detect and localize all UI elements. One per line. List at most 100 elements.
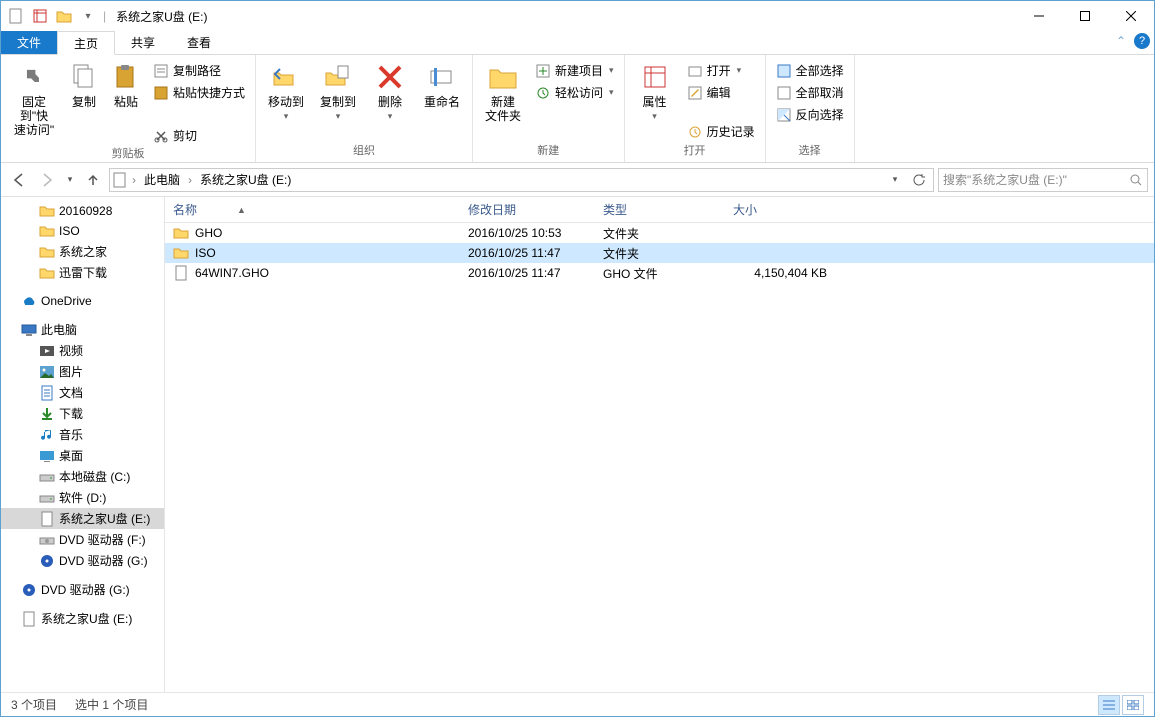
breadcrumb-thispc[interactable]: 此电脑 (140, 171, 184, 188)
tree-label: 下载 (59, 405, 83, 422)
tab-view[interactable]: 查看 (171, 31, 227, 54)
edit-button[interactable]: 编辑 (683, 83, 759, 102)
tree-node[interactable]: 迅雷下载 (1, 262, 164, 283)
navigation-tree[interactable]: 20160928 ISO 系统之家迅雷下载 OneDrive 此电脑视频图片文档下载音乐… (1, 197, 165, 692)
search-input[interactable]: 搜索"系统之家U盘 (E:)" (938, 168, 1148, 192)
tree-node[interactable]: 20160928 (1, 201, 164, 221)
tree-node[interactable]: DVD 驱动器 (G:) (1, 579, 164, 600)
copy-button[interactable]: 复制 (65, 59, 103, 111)
image-icon (39, 364, 55, 380)
tree-node[interactable]: 本地磁盘 (C:) (1, 466, 164, 487)
chevron-right-icon[interactable]: › (186, 173, 194, 187)
breadcrumb-drive[interactable]: 系统之家U盘 (E:) (196, 171, 295, 188)
tree-node[interactable]: DVD 驱动器 (F:) (1, 529, 164, 550)
view-details-button[interactable] (1098, 695, 1120, 715)
col-size[interactable]: 大小 (725, 197, 835, 222)
column-headers[interactable]: 名称▲ 修改日期 类型 大小 (165, 197, 1154, 223)
file-row[interactable]: 64WIN7.GHO2016/10/25 11:47GHO 文件4,150,40… (165, 263, 1154, 283)
moveto-button[interactable]: 移动到▾ (262, 59, 310, 124)
file-type: 文件夹 (595, 225, 725, 242)
address-bar[interactable]: › 此电脑 › 系统之家U盘 (E:) ▾ (109, 168, 934, 192)
tree-node[interactable]: 软件 (D:) (1, 487, 164, 508)
tree-node[interactable]: 系统之家U盘 (E:) (1, 608, 164, 629)
close-button[interactable] (1108, 1, 1154, 31)
tree-label: DVD 驱动器 (G:) (41, 581, 130, 598)
pin-quickaccess-button[interactable]: 固定到"快 速访问" (7, 59, 61, 139)
search-placeholder: 搜索"系统之家U盘 (E:)" (943, 171, 1129, 188)
tree-label: 文档 (59, 384, 83, 401)
back-button[interactable] (7, 168, 31, 192)
collapse-ribbon-icon[interactable]: ⌃ (1116, 34, 1126, 48)
chevron-right-icon[interactable]: › (130, 173, 138, 187)
selectall-button[interactable]: 全部选择 (772, 61, 848, 80)
tree-node[interactable]: 系统之家 (1, 241, 164, 262)
qat-dropdown-icon[interactable]: ▾ (77, 5, 99, 27)
status-count: 3 个项目 (11, 696, 57, 713)
title-bar: ▾ | 系统之家U盘 (E:) (1, 1, 1154, 31)
folder-icon (173, 245, 189, 261)
qat-folder-icon[interactable] (53, 5, 75, 27)
open-button[interactable]: 打开▾ (683, 61, 759, 80)
copypath-button[interactable]: 复制路径 (149, 61, 249, 80)
help-icon[interactable]: ? (1134, 33, 1150, 49)
file-list[interactable]: 名称▲ 修改日期 类型 大小 GHO2016/10/25 10:53文件夹ISO… (165, 197, 1154, 692)
tree-label: 音乐 (59, 426, 83, 443)
pasteshortcut-button[interactable]: 粘贴快捷方式 (149, 83, 249, 102)
newfolder-button[interactable]: 新建 文件夹 (479, 59, 527, 125)
file-row[interactable]: ISO2016/10/25 11:47文件夹 (165, 243, 1154, 263)
col-date[interactable]: 修改日期 (460, 197, 595, 222)
address-dropdown-icon[interactable]: ▾ (883, 168, 907, 192)
col-type[interactable]: 类型 (595, 197, 725, 222)
tree-label: ISO (59, 224, 80, 238)
qat-props-icon[interactable] (29, 5, 51, 27)
tab-share[interactable]: 共享 (115, 31, 171, 54)
tree-node[interactable]: 图片 (1, 361, 164, 382)
group-clipboard-label: 剪贴板 (7, 145, 249, 163)
group-open-label: 打开 (631, 142, 759, 160)
tree-node[interactable]: 视频 (1, 340, 164, 361)
tree-node[interactable]: ISO (1, 221, 164, 241)
tree-label: 软件 (D:) (59, 489, 106, 506)
tree-node (1, 283, 164, 291)
up-button[interactable] (81, 168, 105, 192)
tree-node[interactable]: 文档 (1, 382, 164, 403)
file-name: GHO (195, 226, 222, 240)
tree-node[interactable]: 音乐 (1, 424, 164, 445)
selectnone-button[interactable]: 全部取消 (772, 83, 848, 102)
cut-button[interactable]: 剪切 (149, 126, 249, 145)
group-new-label: 新建 (479, 142, 618, 160)
file-name: 64WIN7.GHO (195, 266, 269, 280)
paste-button[interactable]: 粘贴 (107, 59, 145, 111)
rename-button[interactable]: 重命名 (418, 59, 466, 111)
file-row[interactable]: GHO2016/10/25 10:53文件夹 (165, 223, 1154, 243)
tree-label: 系统之家 (59, 243, 107, 260)
tab-file[interactable]: 文件 (1, 31, 57, 54)
tree-node[interactable]: OneDrive (1, 291, 164, 311)
copyto-button[interactable]: 复制到▾ (314, 59, 362, 124)
col-name[interactable]: 名称▲ (165, 197, 460, 222)
view-icons-button[interactable] (1122, 695, 1144, 715)
invert-button[interactable]: 反向选择 (772, 105, 848, 124)
tree-node[interactable]: 桌面 (1, 445, 164, 466)
history-button[interactable]: 历史记录 (683, 122, 759, 141)
tree-node[interactable]: 下载 (1, 403, 164, 424)
dvdblue-icon (21, 582, 37, 598)
tab-home[interactable]: 主页 (57, 31, 115, 55)
window-title: 系统之家U盘 (E:) (116, 8, 207, 25)
properties-button[interactable]: 属性▾ (631, 59, 679, 124)
tree-node[interactable]: 系统之家U盘 (E:) (1, 508, 164, 529)
recent-dropdown[interactable]: ▾ (63, 168, 77, 192)
tree-node[interactable]: DVD 驱动器 (G:) (1, 550, 164, 571)
navigation-bar: ▾ › 此电脑 › 系统之家U盘 (E:) ▾ 搜索"系统之家U盘 (E:)" (1, 163, 1154, 197)
delete-button[interactable]: 删除▾ (366, 59, 414, 124)
file-type: 文件夹 (595, 245, 725, 262)
tree-node[interactable]: 此电脑 (1, 319, 164, 340)
refresh-icon[interactable] (907, 168, 931, 192)
folder-icon (39, 203, 55, 219)
newitem-button[interactable]: 新建项目▾ (531, 61, 618, 80)
minimize-button[interactable] (1016, 1, 1062, 31)
easyaccess-button[interactable]: 轻松访问▾ (531, 83, 618, 102)
maximize-button[interactable] (1062, 1, 1108, 31)
qat-new-icon[interactable] (5, 5, 27, 27)
forward-button[interactable] (35, 168, 59, 192)
